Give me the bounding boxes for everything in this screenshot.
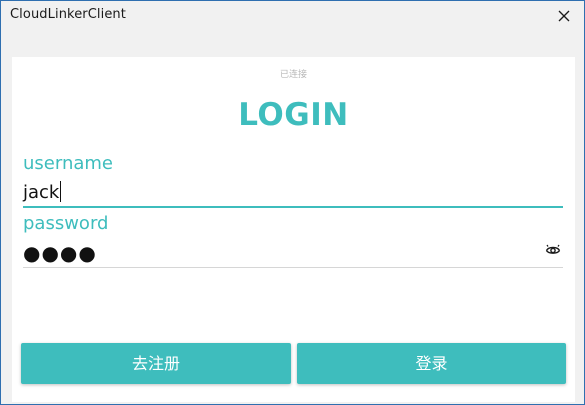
connection-status: 已连接 — [279, 70, 307, 80]
show-password-toggle[interactable] — [545, 242, 561, 256]
login-button[interactable]: 登录 — [297, 343, 566, 384]
window-title: CloudLinkerClient — [10, 7, 126, 22]
close-icon — [558, 10, 570, 22]
username-input[interactable]: jack — [23, 178, 563, 208]
title-bar[interactable]: CloudLinkerClient — [1, 1, 584, 31]
username-text: jack — [23, 182, 60, 203]
password-masked-value: ●●●● — [23, 241, 97, 265]
close-button[interactable] — [553, 5, 575, 27]
text-caret — [60, 181, 62, 202]
username-value: jack — [23, 181, 62, 203]
username-label: username — [23, 153, 113, 174]
page-title: LOGIN — [238, 97, 349, 133]
password-label: password — [23, 213, 109, 234]
eye-icon — [545, 244, 561, 254]
go-register-button[interactable]: 去注册 — [21, 343, 291, 384]
app-window: CloudLinkerClient 已连接 LOGIN username jac… — [0, 0, 585, 405]
password-input[interactable]: ●●●● — [23, 237, 563, 268]
login-panel: 已连接 LOGIN username jack password ●●●● 去注… — [12, 57, 575, 402]
